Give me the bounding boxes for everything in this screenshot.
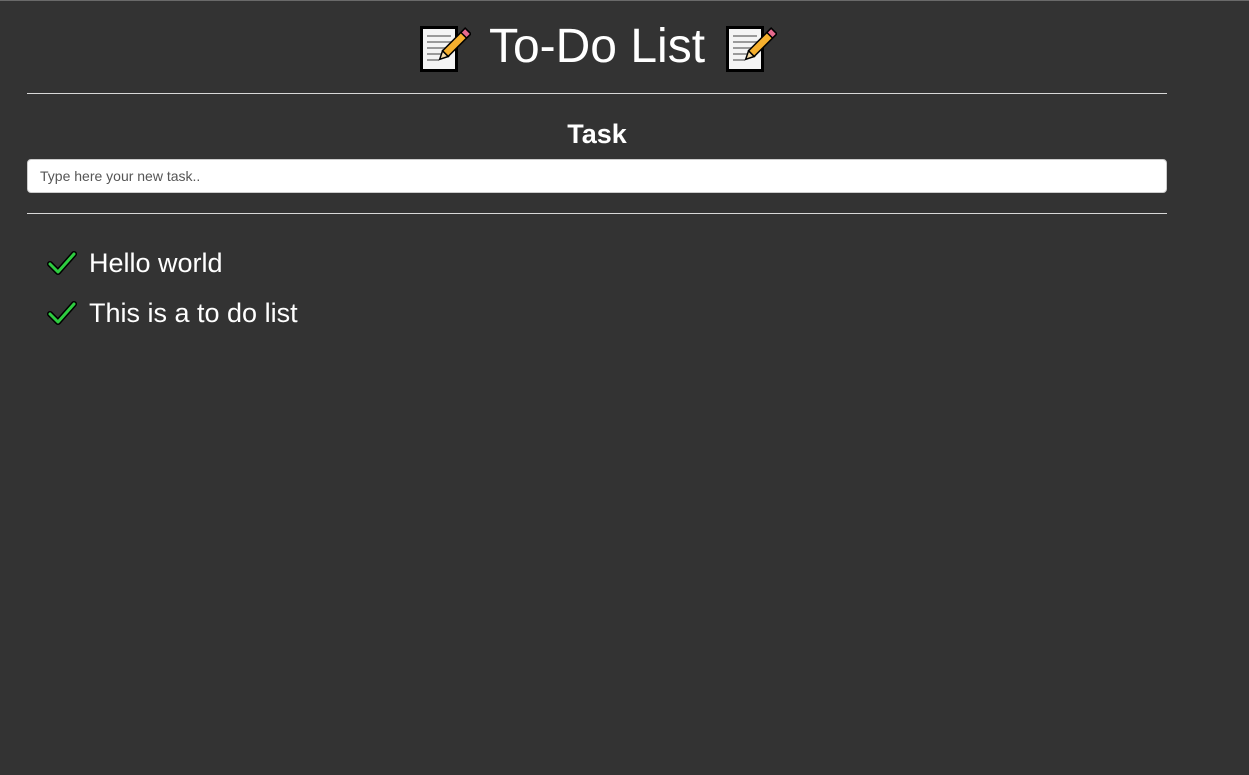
memo-icon bbox=[417, 22, 472, 76]
page-title-wrapper: To-Do List bbox=[417, 19, 778, 76]
form-divider bbox=[27, 213, 1167, 214]
page-title: To-Do List bbox=[488, 20, 706, 73]
task-text: Hello world bbox=[89, 247, 223, 278]
check-icon[interactable] bbox=[47, 248, 77, 278]
memo-icon bbox=[723, 22, 778, 76]
check-icon[interactable] bbox=[47, 298, 77, 328]
task-text: This is a to do list bbox=[89, 297, 298, 328]
header: To-Do List bbox=[27, 0, 1167, 93]
new-task-input[interactable] bbox=[27, 159, 1167, 193]
task-label: Task bbox=[567, 119, 627, 149]
todo-app: To-Do List Task Type here your new task.… bbox=[27, 0, 1167, 338]
task-list: Hello world This is a to do list bbox=[27, 238, 1167, 338]
task-item[interactable]: Hello world bbox=[27, 238, 1167, 288]
task-item[interactable]: This is a to do list bbox=[27, 288, 1167, 338]
